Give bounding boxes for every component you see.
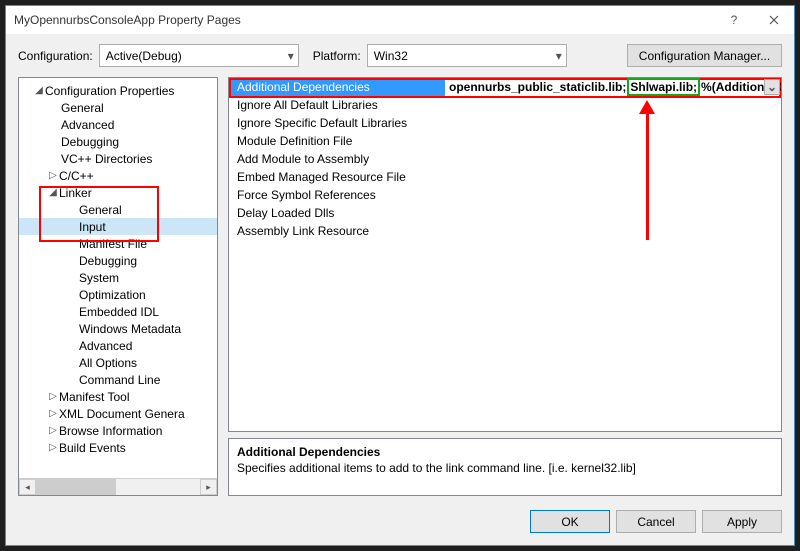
tree-cxx[interactable]: ▷C/C++ (19, 167, 217, 184)
tree-linker-system[interactable]: System (19, 269, 217, 286)
expand-icon: ▷ (47, 442, 59, 453)
nav-tree-panel: ◢Configuration Properties General Advanc… (18, 77, 218, 496)
window-title: MyOpennurbsConsoleApp Property Pages (14, 13, 714, 27)
configuration-label: Configuration: (18, 49, 93, 63)
tree-browse-info[interactable]: ▷Browse Information (19, 422, 217, 439)
description-panel: Additional Dependencies Specifies additi… (228, 438, 782, 496)
property-grid-panel: Additional Dependencies opennurbs_public… (228, 77, 782, 496)
property-pages-dialog: MyOpennurbsConsoleApp Property Pages ? C… (5, 5, 795, 546)
collapse-icon: ◢ (47, 187, 59, 198)
tree-linker-debugging[interactable]: Debugging (19, 252, 217, 269)
expand-icon: ▷ (47, 408, 59, 419)
ok-button[interactable]: OK (530, 510, 610, 533)
prop-delay-loaded-dlls[interactable]: Delay Loaded Dlls (229, 204, 781, 222)
cancel-button[interactable]: Cancel (616, 510, 696, 533)
tree-vcpp-directories[interactable]: VC++ Directories (19, 150, 217, 167)
tree-linker-optimization[interactable]: Optimization (19, 286, 217, 303)
prop-module-definition-file[interactable]: Module Definition File (229, 132, 781, 150)
chevron-down-icon: ▾ (282, 49, 294, 63)
chevron-down-icon: ▾ (550, 49, 562, 63)
prop-add-module-to-assembly[interactable]: Add Module to Assembly (229, 150, 781, 168)
tree-linker-embedded-idl[interactable]: Embedded IDL (19, 303, 217, 320)
close-icon (769, 15, 779, 25)
description-body: Specifies additional items to add to the… (237, 461, 773, 475)
scroll-right-icon[interactable]: ▸ (200, 479, 217, 495)
prop-force-symbol-references[interactable]: Force Symbol References (229, 186, 781, 204)
prop-assembly-link-resource[interactable]: Assembly Link Resource (229, 222, 781, 240)
nav-tree[interactable]: ◢Configuration Properties General Advanc… (19, 78, 217, 478)
apply-button[interactable]: Apply (702, 510, 782, 533)
property-grid: Additional Dependencies opennurbs_public… (228, 77, 782, 432)
expand-icon: ▷ (47, 425, 59, 436)
expand-icon: ▷ (47, 170, 59, 181)
prop-additional-dependencies[interactable]: Additional Dependencies opennurbs_public… (229, 78, 781, 96)
tree-manifest-tool[interactable]: ▷Manifest Tool (19, 388, 217, 405)
tree-linker-command-line[interactable]: Command Line (19, 371, 217, 388)
tree-linker-windows-metadata[interactable]: Windows Metadata (19, 320, 217, 337)
tree-xml-docgen[interactable]: ▷XML Document Genera (19, 405, 217, 422)
tree-configuration-properties[interactable]: ◢Configuration Properties (19, 82, 217, 99)
dialog-buttons: OK Cancel Apply (6, 502, 794, 545)
tree-linker-general[interactable]: General (19, 201, 217, 218)
config-row: Configuration: Active(Debug) ▾ Platform:… (6, 34, 794, 77)
tree-advanced[interactable]: Advanced (19, 116, 217, 133)
dropdown-button[interactable]: ⌄ (764, 79, 780, 95)
annotation-green-box: Shlwapi.lib; (627, 78, 700, 96)
prop-ignore-specific-default-libraries[interactable]: Ignore Specific Default Libraries (229, 114, 781, 132)
prop-ignore-all-default-libraries[interactable]: Ignore All Default Libraries (229, 96, 781, 114)
prop-label: Additional Dependencies (229, 78, 445, 96)
titlebar: MyOpennurbsConsoleApp Property Pages ? (6, 6, 794, 34)
tree-linker-advanced[interactable]: Advanced (19, 337, 217, 354)
tree-linker-input[interactable]: Input (19, 218, 217, 235)
configuration-value: Active(Debug) (106, 49, 182, 63)
platform-label: Platform: (313, 49, 361, 63)
tree-linker-manifest-file[interactable]: Manifest File (19, 235, 217, 252)
help-button[interactable]: ? (714, 6, 754, 34)
configuration-combo[interactable]: Active(Debug) ▾ (99, 44, 299, 67)
chevron-down-icon: ⌄ (767, 80, 777, 94)
configuration-manager-button[interactable]: Configuration Manager... (627, 44, 782, 67)
expand-icon: ▷ (47, 391, 59, 402)
close-button[interactable] (754, 6, 794, 34)
scrollbar-thumb[interactable] (36, 479, 116, 495)
description-title: Additional Dependencies (237, 445, 773, 459)
nav-horizontal-scrollbar[interactable]: ◂ ▸ (19, 478, 217, 495)
prop-embed-managed-resource-file[interactable]: Embed Managed Resource File (229, 168, 781, 186)
tree-linker[interactable]: ◢Linker (19, 184, 217, 201)
main-area: ◢Configuration Properties General Advanc… (6, 77, 794, 502)
scrollbar-track[interactable] (36, 479, 200, 495)
platform-value: Win32 (374, 49, 408, 63)
platform-combo[interactable]: Win32 ▾ (367, 44, 567, 67)
collapse-icon: ◢ (33, 85, 45, 96)
tree-debugging[interactable]: Debugging (19, 133, 217, 150)
tree-build-events[interactable]: ▷Build Events (19, 439, 217, 456)
tree-linker-all-options[interactable]: All Options (19, 354, 217, 371)
tree-general[interactable]: General (19, 99, 217, 116)
scroll-left-icon[interactable]: ◂ (19, 479, 36, 495)
prop-value[interactable]: opennurbs_public_staticlib.lib;Shlwapi.l… (445, 78, 781, 96)
